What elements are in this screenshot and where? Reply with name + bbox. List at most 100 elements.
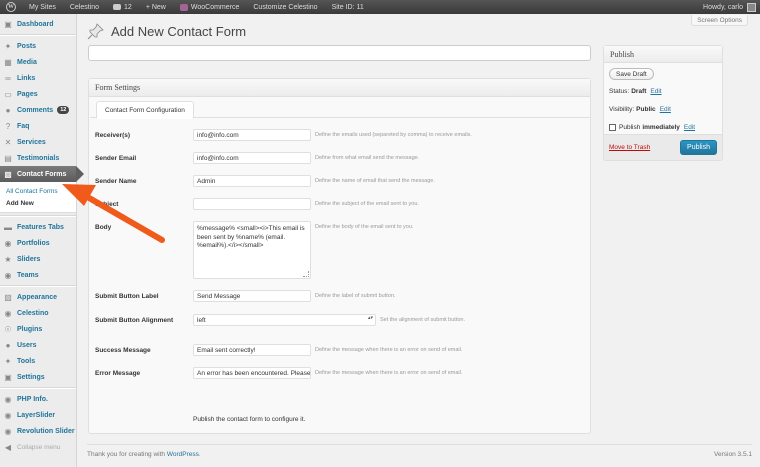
wordpress-logo-menu[interactable]: W	[0, 0, 22, 14]
pushpin-icon: ✦	[4, 41, 12, 51]
menu-dashboard[interactable]: ▣ Dashboard	[0, 16, 76, 32]
wordpress-logo-icon: W	[6, 2, 16, 12]
media-icon: ▦	[4, 57, 12, 67]
teams-icon: ◉	[4, 270, 12, 280]
menu-label: Pages	[17, 90, 38, 98]
menu-settings[interactable]: ▣ Settings	[0, 369, 76, 385]
screen-options-button[interactable]: Screen Options	[691, 15, 748, 26]
field-help: Set the alignment of submit button.	[380, 317, 465, 323]
menu-label: Revolution Slider	[17, 427, 75, 435]
php-icon: ◉	[4, 394, 12, 404]
menu-teams[interactable]: ◉ Teams	[0, 267, 76, 283]
success-message-input[interactable]: Email sent correctly!	[193, 344, 311, 356]
testimonials-icon: ▤	[4, 153, 12, 163]
menu-testimonials[interactable]: ▤ Testimonials	[0, 150, 76, 166]
avatar[interactable]	[747, 2, 756, 12]
site-name-menu[interactable]: Celestino	[63, 0, 106, 14]
move-to-trash-link[interactable]: Move to Trash	[609, 144, 650, 151]
submenu-all-contact-forms[interactable]: All Contact Forms	[0, 185, 76, 197]
menu-portfolios[interactable]: ◉ Portfolios	[0, 235, 76, 251]
pushpin-icon	[87, 23, 104, 40]
menu-services[interactable]: ✕ Services	[0, 134, 76, 150]
comments-count: 12	[124, 3, 132, 11]
my-sites-menu[interactable]: My Sites	[22, 0, 63, 14]
dashboard-icon: ▣	[4, 19, 12, 29]
title-input[interactable]	[88, 45, 591, 61]
menu-label: Links	[17, 74, 36, 82]
menu-features-tabs[interactable]: ▬ Features Tabs	[0, 219, 76, 235]
menu-media[interactable]: ▦ Media	[0, 54, 76, 70]
publish-box: Publish Save Draft Status: Draft Edit Vi…	[603, 45, 723, 161]
menu-layerslider[interactable]: ◉ LayerSlider	[0, 407, 76, 423]
sender-name-input[interactable]: Admin	[193, 175, 311, 187]
field-success-message: Success Message Email sent correctly! De…	[89, 344, 592, 358]
receivers-input[interactable]: info@info.com	[193, 129, 311, 141]
menu-contact-forms[interactable]: ▩ Contact Forms	[0, 166, 84, 182]
field-label: Subject	[95, 201, 119, 208]
menu-label: Media	[17, 58, 37, 66]
error-message-input[interactable]: An error has been encountered. Please	[193, 367, 311, 379]
wordpress-link[interactable]: WordPress	[167, 451, 199, 458]
body-textarea[interactable]: %message% <small><i>This email is been s…	[193, 221, 311, 279]
layerslider-icon: ◉	[4, 410, 12, 420]
save-draft-button[interactable]: Save Draft	[609, 68, 654, 80]
woocommerce-menu[interactable]: WooCommerce	[173, 0, 247, 14]
question-icon: ?	[5, 121, 11, 131]
menu-php-info[interactable]: ◉ PHP Info.	[0, 391, 76, 407]
customize-menu[interactable]: Customize Celestino	[246, 0, 324, 14]
field-label: Sender Email	[95, 155, 137, 162]
users-icon: ●	[5, 340, 11, 350]
submit-alignment-select[interactable]: left	[193, 314, 376, 326]
menu-celestino[interactable]: ◉ Celestino	[0, 305, 76, 321]
submit-label-input[interactable]: Send Message	[193, 290, 311, 302]
sender-email-input[interactable]: info@info.com	[193, 152, 311, 164]
visibility-edit-link[interactable]: Edit	[660, 106, 671, 113]
visibility-label: Visibility:	[609, 106, 635, 113]
field-help: Define the name of email that send the m…	[315, 178, 435, 184]
field-label: Error Message	[95, 370, 141, 377]
field-label: Success Message	[95, 347, 151, 354]
howdy-account-menu[interactable]: Howdy, carlo	[703, 4, 743, 11]
submenu-add-new[interactable]: Add New	[0, 197, 76, 209]
comments-count-badge: 12	[57, 106, 70, 114]
tab-contact-form-configuration[interactable]: Contact Form Configuration	[96, 101, 194, 119]
menu-tools[interactable]: ✦ Tools	[0, 353, 76, 369]
menu-label: Contact Forms	[17, 170, 67, 178]
visibility-value: Public	[636, 106, 656, 113]
menu-label: Features Tabs	[17, 223, 64, 231]
field-submit-alignment: Submit Button Alignment left Set the ali…	[89, 314, 592, 328]
menu-sliders[interactable]: ★ Sliders	[0, 251, 76, 267]
field-label: Submit Button Label	[95, 293, 159, 300]
menu-pages[interactable]: ▭ Pages	[0, 86, 76, 102]
publish-button[interactable]: Publish	[680, 140, 717, 155]
menu-separator	[0, 387, 76, 389]
woocommerce-label: WooCommerce	[190, 3, 240, 11]
menu-faq[interactable]: ? Faq	[0, 118, 76, 134]
menu-posts[interactable]: ✦ Posts	[0, 38, 76, 54]
menu-links[interactable]: ∞ Links	[0, 70, 76, 86]
menu-plugins[interactable]: ☉ Plugins	[0, 321, 76, 337]
page-title: Add New Contact Form	[111, 23, 247, 39]
theme-icon: ◉	[4, 308, 12, 318]
menu-label: Comments	[17, 106, 54, 114]
schedule-edit-link[interactable]: Edit	[684, 124, 695, 131]
site-id: Site ID: 11	[331, 3, 364, 11]
menu-users[interactable]: ● Users	[0, 337, 76, 353]
field-help: Define the body of the email sent to you…	[315, 224, 414, 230]
subject-input[interactable]	[193, 198, 311, 210]
new-content-menu[interactable]: + New	[139, 0, 173, 14]
menu-revolution-slider[interactable]: ◉ Revolution Slider	[0, 423, 76, 439]
menu-label: Testimonials	[17, 154, 60, 162]
woocommerce-icon	[179, 3, 188, 11]
revolution-slider-icon: ◉	[4, 426, 12, 436]
portfolio-icon: ◉	[4, 238, 12, 248]
appearance-icon: ▧	[4, 292, 12, 302]
publish-actions: Move to Trash Publish	[604, 134, 722, 160]
admin-sidebar: ▣ Dashboard ✦ Posts ▦ Media ∞ Links ▭ Pages ●…	[0, 14, 84, 467]
comments-menu[interactable]: 12	[106, 0, 139, 14]
menu-comments[interactable]: ● Comments 12	[0, 102, 76, 118]
menu-appearance[interactable]: ▧ Appearance	[0, 289, 76, 305]
menu-label: Appearance	[17, 293, 58, 301]
status-edit-link[interactable]: Edit	[650, 88, 661, 95]
collapse-menu-button[interactable]: ◀ Collapse menu	[0, 439, 76, 455]
